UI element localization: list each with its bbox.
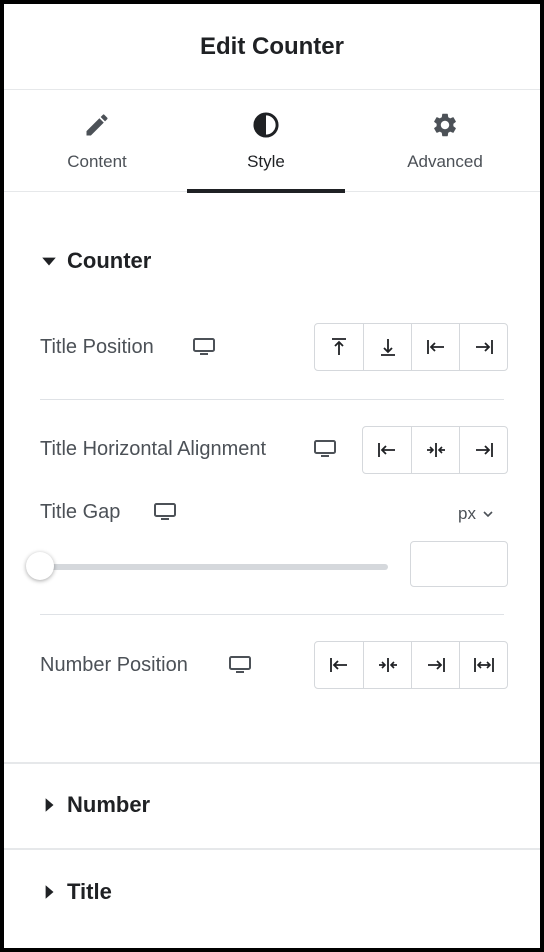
align-end-icon bbox=[475, 340, 493, 354]
title-align-center-button[interactable] bbox=[411, 427, 459, 473]
title-horizontal-alignment-choices bbox=[362, 426, 508, 474]
tab-label: Style bbox=[247, 152, 285, 171]
caret-right-icon bbox=[45, 885, 54, 899]
section-title: Title bbox=[67, 879, 112, 904]
align-start-icon bbox=[378, 443, 395, 457]
number-position-end-button[interactable] bbox=[411, 642, 459, 688]
number-position-label: Number Position bbox=[40, 654, 188, 676]
title-position-bottom-button[interactable] bbox=[363, 324, 411, 370]
align-center-icon bbox=[426, 443, 445, 457]
title-gap-slider-track[interactable] bbox=[40, 564, 388, 570]
caret-right-icon bbox=[45, 798, 54, 812]
number-position-choices bbox=[314, 641, 508, 689]
title-position-choices bbox=[314, 323, 508, 371]
gear-icon bbox=[434, 113, 456, 137]
tab-content[interactable]: Content bbox=[18, 89, 176, 191]
align-center-icon bbox=[378, 658, 397, 672]
section-title-toggle[interactable]: Title bbox=[40, 879, 112, 905]
panel-header: Edit Counter bbox=[4, 4, 540, 90]
title-position-start-button[interactable] bbox=[411, 324, 459, 370]
align-start-icon bbox=[330, 658, 347, 672]
panel-title: Edit Counter bbox=[200, 32, 344, 60]
align-end-icon bbox=[427, 658, 445, 672]
align-top-icon bbox=[332, 338, 346, 355]
desktop-icon[interactable] bbox=[314, 440, 336, 458]
title-gap-input[interactable] bbox=[410, 541, 508, 587]
title-align-start-button[interactable] bbox=[363, 427, 411, 473]
align-stretch-icon bbox=[473, 658, 494, 672]
tab-bar: Content Style Advanced bbox=[4, 89, 540, 193]
tab-label: Advanced bbox=[407, 152, 483, 171]
number-position-stretch-button[interactable] bbox=[459, 642, 507, 688]
desktop-icon[interactable] bbox=[193, 338, 215, 356]
title-gap-label: Title Gap bbox=[40, 501, 121, 523]
chevron-down-icon bbox=[483, 511, 493, 518]
section-number-toggle[interactable]: Number bbox=[40, 792, 150, 818]
caret-down-icon bbox=[42, 257, 56, 266]
unit-value: px bbox=[458, 504, 476, 523]
tab-style[interactable]: Style bbox=[187, 89, 345, 193]
section-separator bbox=[4, 762, 540, 764]
title-position-end-button[interactable] bbox=[459, 324, 507, 370]
section-title: Counter bbox=[67, 248, 152, 273]
number-position-start-button[interactable] bbox=[315, 642, 363, 688]
unit-select[interactable]: px bbox=[458, 504, 494, 524]
tab-advanced[interactable]: Advanced bbox=[366, 89, 524, 191]
divider bbox=[40, 399, 504, 400]
align-end-icon bbox=[475, 443, 493, 457]
number-position-center-button[interactable] bbox=[363, 642, 411, 688]
tab-label: Content bbox=[67, 152, 127, 171]
desktop-icon[interactable] bbox=[229, 656, 251, 674]
title-horizontal-alignment-label: Title Horizontal Alignment bbox=[40, 438, 267, 460]
title-gap-slider-handle[interactable] bbox=[26, 552, 54, 580]
desktop-icon[interactable] bbox=[154, 503, 176, 521]
align-bottom-icon bbox=[380, 339, 395, 356]
section-title: Number bbox=[67, 792, 151, 817]
half-circle-icon bbox=[253, 112, 279, 138]
align-start-icon bbox=[426, 340, 444, 354]
divider bbox=[40, 614, 504, 615]
section-separator bbox=[4, 848, 540, 850]
title-position-top-button[interactable] bbox=[315, 324, 363, 370]
pencil-icon bbox=[86, 114, 108, 136]
title-position-label: Title Position bbox=[40, 336, 154, 358]
editor-panel: Edit Counter Content Style Advanced Coun… bbox=[0, 0, 544, 952]
title-align-end-button[interactable] bbox=[459, 427, 507, 473]
section-counter-toggle[interactable]: Counter bbox=[40, 248, 151, 274]
